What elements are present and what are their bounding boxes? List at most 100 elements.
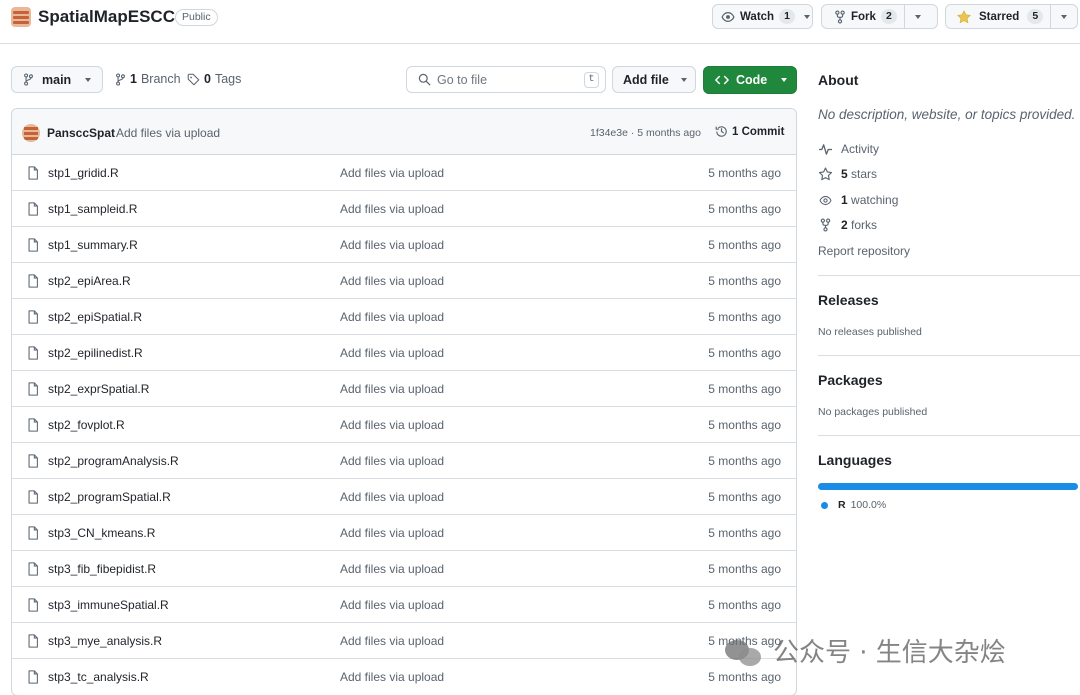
commit-author[interactable]: PansccSpat [47, 126, 115, 140]
file-row[interactable]: stp2_epilinedist.R Add files via upload 5 … [12, 335, 796, 371]
file-name[interactable]: stp3_CN_kmeans.R [48, 526, 155, 540]
file-row[interactable]: stp3_mye_analysis.R Add files via upload 5… [12, 623, 796, 659]
file-age: 5 months ago [708, 418, 781, 432]
fork-button[interactable]: Fork 2 [821, 4, 938, 29]
latest-commit-bar: PansccSpat Add files via upload 1f34e3e … [12, 109, 796, 155]
file-icon [27, 418, 39, 435]
branch-selector[interactable]: main [11, 66, 103, 93]
commit-author-avatar[interactable] [22, 124, 40, 142]
releases-heading[interactable]: Releases [818, 292, 879, 308]
file-row[interactable]: stp2_exprSpatial.R Add files via upload 5 … [12, 371, 796, 407]
star-button[interactable]: Starred 5 [945, 4, 1078, 29]
search-input[interactable] [437, 72, 577, 87]
watch-button[interactable]: Watch 1 [712, 4, 813, 29]
commits-link[interactable]: 1 Commit [715, 125, 784, 138]
file-name[interactable]: stp3_fib_fibepidist.R [48, 562, 156, 576]
fork-dropdown-caret[interactable] [903, 5, 931, 28]
about-heading: About [818, 72, 859, 88]
file-list: stp1_gridid.R Add files via upload 5 month… [12, 155, 796, 695]
forks-link[interactable]: 2 forks [818, 218, 877, 232]
file-name[interactable]: stp2_programSpatial.R [48, 490, 171, 504]
repo-owner-avatar[interactable] [11, 7, 31, 27]
file-row[interactable]: stp2_epiArea.R Add files via upload 5 mont… [12, 263, 796, 299]
packages-heading[interactable]: Packages [818, 372, 883, 388]
file-name[interactable]: stp1_gridid.R [48, 166, 119, 180]
file-age: 5 months ago [708, 238, 781, 252]
commit-message[interactable]: Add files via upload [116, 126, 220, 140]
go-to-file-search[interactable]: t [406, 66, 606, 93]
stars-link[interactable]: 5 stars [818, 167, 877, 181]
file-row[interactable]: stp3_fib_fibepidist.R Add files via uploa… [12, 551, 796, 587]
language-item[interactable]: R 100.0% [818, 499, 886, 511]
file-age: 5 months ago [708, 454, 781, 468]
file-commit-message[interactable]: Add files via upload [340, 490, 444, 504]
file-name[interactable]: stp2_epilinedist.R [48, 346, 143, 360]
file-row[interactable]: stp2_fovplot.R Add files via upload 5 mont… [12, 407, 796, 443]
file-row[interactable]: stp2_programAnalysis.R Add files via uplo… [12, 443, 796, 479]
file-icon [27, 166, 39, 183]
file-commit-message[interactable]: Add files via upload [340, 562, 444, 576]
file-row[interactable]: stp3_tc_analysis.R Add files via upload 5 … [12, 659, 796, 695]
search-icon [418, 73, 431, 86]
file-commit-message[interactable]: Add files via upload [340, 346, 444, 360]
tags-link[interactable]: 0 Tags [187, 72, 241, 86]
file-name[interactable]: stp1_summary.R [48, 238, 138, 252]
repo-name[interactable]: SpatialMapESCC [38, 7, 175, 27]
file-age: 5 months ago [708, 670, 781, 684]
file-name[interactable]: stp3_immuneSpatial.R [48, 598, 169, 612]
report-repository-link[interactable]: Report repository [818, 244, 910, 258]
file-age: 5 months ago [708, 166, 781, 180]
file-commit-message[interactable]: Add files via upload [340, 238, 444, 252]
file-icon [27, 346, 39, 363]
file-name[interactable]: stp2_fovplot.R [48, 418, 125, 432]
activity-link[interactable]: Activity [818, 142, 879, 156]
file-commit-message[interactable]: Add files via upload [340, 418, 444, 432]
code-button[interactable]: Code [703, 66, 797, 94]
file-commit-message[interactable]: Add files via upload [340, 382, 444, 396]
watchers-link[interactable]: 1 watching [818, 193, 898, 207]
file-name[interactable]: stp2_exprSpatial.R [48, 382, 149, 396]
watermark-text: 公众号 · 生信大杂烩 [773, 638, 1006, 668]
file-name[interactable]: stp1_sampleid.R [48, 202, 137, 216]
commit-hash-time[interactable]: 1f34e3e · 5 months ago [590, 127, 701, 139]
file-commit-message[interactable]: Add files via upload [340, 202, 444, 216]
file-row[interactable]: stp2_epiSpatial.R Add files via upload 5 m… [12, 299, 796, 335]
commit-count-label: 1 Commit [732, 125, 785, 138]
file-commit-message[interactable]: Add files via upload [340, 454, 444, 468]
file-age: 5 months ago [708, 346, 781, 360]
file-row[interactable]: stp3_immuneSpatial.R Add files via upload… [12, 587, 796, 623]
code-label: Code [736, 73, 768, 87]
file-name[interactable]: stp2_epiArea.R [48, 274, 131, 288]
file-row[interactable]: stp1_sampleid.R Add files via upload 5 mon… [12, 191, 796, 227]
file-name[interactable]: stp2_programAnalysis.R [48, 454, 179, 468]
file-row[interactable]: stp1_summary.R Add files via upload 5 mont… [12, 227, 796, 263]
file-commit-message[interactable]: Add files via upload [340, 166, 444, 180]
add-file-button[interactable]: Add file [612, 66, 696, 93]
file-commit-message[interactable]: Add files via upload [340, 310, 444, 324]
file-icon [27, 238, 39, 255]
file-row[interactable]: stp2_programSpatial.R Add files via uploa… [12, 479, 796, 515]
about-description: No description, website, or topics provi… [818, 107, 1076, 122]
file-commit-message[interactable]: Add files via upload [340, 598, 444, 612]
file-name[interactable]: stp2_epiSpatial.R [48, 310, 142, 324]
star-filled-icon [957, 9, 971, 23]
branches-link[interactable]: 1 Branch [115, 72, 181, 86]
file-icon [27, 598, 39, 615]
chevron-down-icon [804, 14, 811, 19]
forks-count: 2 [841, 218, 848, 232]
file-row[interactable]: stp1_gridid.R Add files via upload 5 month… [12, 155, 796, 191]
watch-dropdown-caret[interactable] [802, 5, 812, 28]
file-row[interactable]: stp3_CN_kmeans.R Add files via upload 5 mo… [12, 515, 796, 551]
file-icon [27, 670, 39, 687]
file-age: 5 months ago [708, 274, 781, 288]
file-commit-message[interactable]: Add files via upload [340, 526, 444, 540]
file-commit-message[interactable]: Add files via upload [340, 634, 444, 648]
star-dropdown-caret[interactable] [1050, 5, 1077, 28]
file-commit-message[interactable]: Add files via upload [340, 670, 444, 684]
activity-label: Activity [841, 142, 880, 156]
file-name[interactable]: stp3_mye_analysis.R [48, 634, 162, 648]
fork-count: 2 [880, 9, 897, 24]
file-name[interactable]: stp3_tc_analysis.R [48, 670, 149, 684]
file-icon [27, 310, 39, 327]
file-commit-message[interactable]: Add files via upload [340, 274, 444, 288]
